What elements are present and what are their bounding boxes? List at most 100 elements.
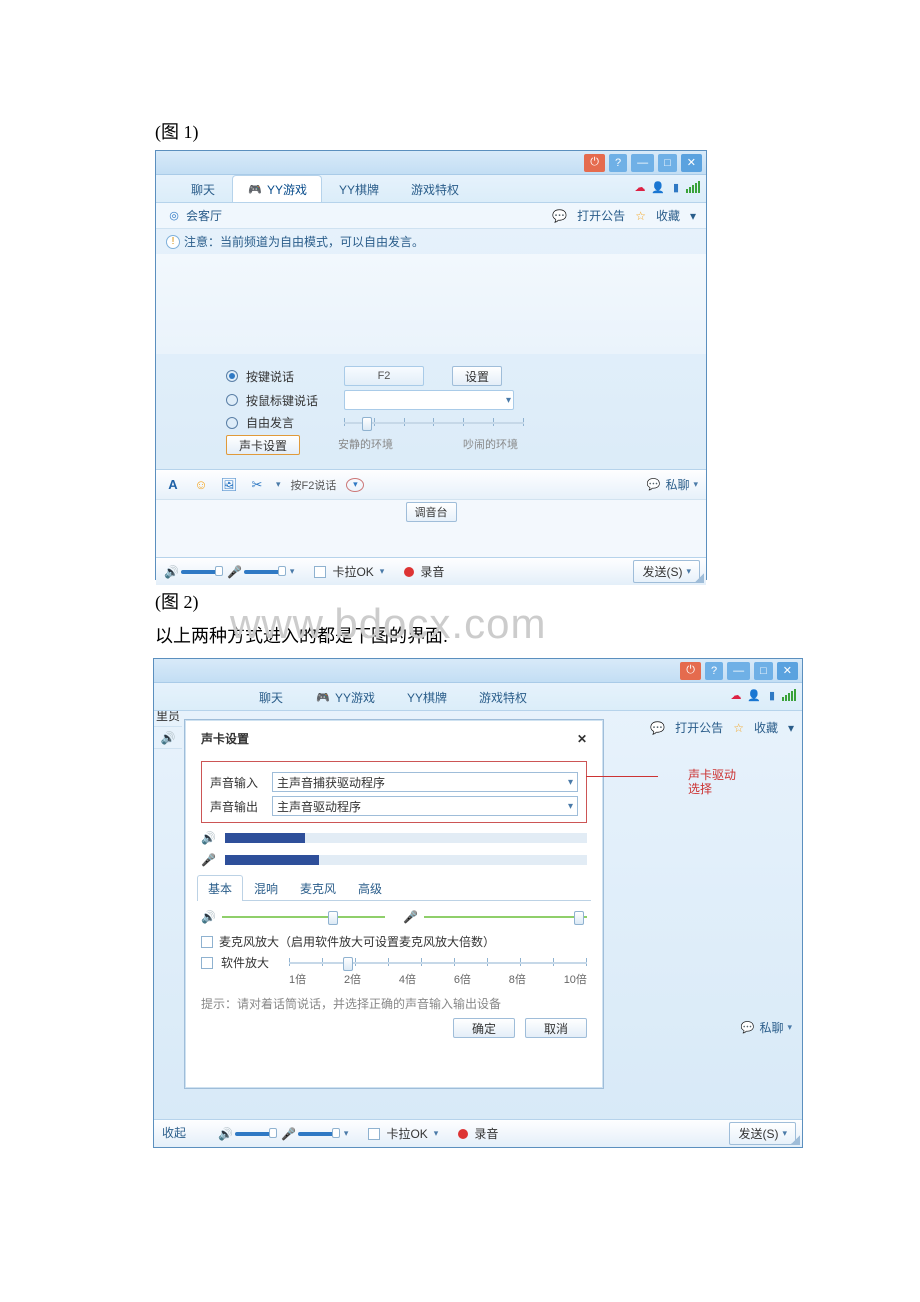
settings-button[interactable]: 设置 (452, 366, 502, 386)
radio-press-key[interactable] (226, 370, 238, 382)
filter-icon[interactable]: ▮ (668, 179, 684, 195)
image-icon[interactable]: 🖼 (220, 476, 238, 494)
env-quiet-label: 安静的环境 (338, 436, 393, 452)
emoji-icon[interactable]: ☺ (192, 476, 210, 494)
tab-chat[interactable]: 聊天 (176, 175, 230, 202)
filter-icon[interactable]: ▮ (764, 687, 780, 703)
resize-grip-icon[interactable] (790, 1135, 800, 1145)
env-slider[interactable] (344, 415, 524, 431)
subtab-adv[interactable]: 高级 (347, 875, 393, 901)
user-icon[interactable]: 👤 (746, 687, 762, 703)
private-chat[interactable]: 💬 私聊 ▾ (739, 1019, 792, 1036)
bottom-bar: 🔊 🎤 ▾ 卡拉OK ▾ 录音 发送(S) ▾ (156, 557, 706, 585)
subtab-basic[interactable]: 基本 (197, 875, 243, 901)
mic-slider[interactable] (424, 909, 587, 925)
speaker-volume[interactable]: 🔊 (218, 1127, 275, 1141)
karaoke-caret-icon[interactable]: ▾ (434, 1128, 439, 1139)
power-button[interactable]: ⏻ (584, 154, 605, 172)
help-button[interactable]: ? (609, 154, 627, 172)
speaker-slider[interactable] (222, 909, 385, 925)
dialog-close-button[interactable]: ✕ (577, 732, 587, 746)
mixer-button[interactable]: 调音台 (406, 502, 457, 522)
tab-yygame[interactable]: 🎮 YY游戏 (300, 683, 390, 710)
radio-mouse-key[interactable] (226, 394, 238, 406)
cloud-icon[interactable]: ☁ (728, 687, 744, 703)
audio-in-label: 声音输入 (210, 774, 266, 791)
open-notice-link[interactable]: 打开公告 (577, 207, 625, 224)
tab-chess[interactable]: YY棋牌 (392, 683, 462, 710)
mixer-row: 调音台 (156, 499, 706, 523)
ok-button[interactable]: 确定 (453, 1018, 515, 1038)
resize-grip-icon[interactable] (694, 573, 704, 583)
help-button[interactable]: ? (705, 662, 723, 680)
user-icon[interactable]: 👤 (650, 179, 666, 195)
rate-8x: 8倍 (509, 971, 526, 987)
toolbar-caret-icon[interactable]: ▾ (276, 479, 281, 490)
close-button[interactable]: ✕ (777, 662, 798, 680)
send-caret-icon[interactable]: ▾ (686, 566, 691, 577)
annotation-line (586, 776, 658, 777)
minimize-button[interactable]: — (727, 662, 750, 680)
record-label[interactable]: 录音 (474, 1125, 498, 1142)
fav-caret-icon[interactable]: ▾ (788, 721, 794, 735)
maximize-button[interactable]: □ (658, 154, 677, 172)
input-area[interactable] (156, 523, 706, 557)
send-caret-icon[interactable]: ▾ (782, 1128, 787, 1139)
boost-rate-slider[interactable] (289, 955, 587, 971)
star-icon: ☆ (733, 721, 744, 735)
vol-caret-icon[interactable]: ▾ (290, 566, 295, 577)
cloud-icon[interactable]: ☁ (632, 179, 648, 195)
yy-window-fig1: ⏻ ? — □ ✕ 聊天 🎮 YY游戏 YY棋牌 游戏特权 ☁ 👤 ▮ ◎ 会客… (155, 150, 707, 580)
tab-chat-label: 聊天 (259, 689, 283, 706)
cancel-button[interactable]: 取消 (525, 1018, 587, 1038)
bottom-bar: 收起 🔊 🎤 ▾ 卡拉OK ▾ 录音 发送(S) ▾ (154, 1119, 802, 1147)
collapse-button[interactable]: 收起 (162, 1124, 186, 1141)
rate-1x: 1倍 (289, 971, 306, 987)
power-button[interactable]: ⏻ (680, 662, 701, 680)
sound-card-button[interactable]: 声卡设置 (226, 435, 300, 455)
open-notice-link[interactable]: 打开公告 (675, 719, 723, 736)
hotkey-display[interactable]: F2 (344, 366, 424, 386)
mic-volume[interactable]: 🎤 (281, 1127, 338, 1141)
speaker-volume[interactable]: 🔊 (164, 565, 221, 579)
record-label[interactable]: 录音 (420, 563, 444, 580)
notice-icon: ! (166, 235, 180, 249)
tab-chess[interactable]: YY棋牌 (324, 175, 394, 202)
mic-volume[interactable]: 🎤 (227, 565, 284, 579)
favorite-link[interactable]: 收藏 (656, 207, 680, 224)
favorite-link[interactable]: 收藏 (754, 719, 778, 736)
send-button[interactable]: 发送(S) ▾ (633, 560, 700, 583)
radio-free-speak[interactable] (226, 417, 238, 429)
karaoke-caret-icon[interactable]: ▾ (380, 566, 385, 577)
private-chat[interactable]: 💬 私聊 ▾ (645, 476, 698, 493)
stub-speaker-icon[interactable]: 🔊 (154, 727, 182, 749)
main-tabs: 聊天 🎮 YY游戏 YY棋牌 游戏特权 ☁ 👤 ▮ (156, 175, 706, 203)
screenshot-icon[interactable]: ✂ (248, 476, 266, 494)
close-button[interactable]: ✕ (681, 154, 702, 172)
subtab-reverb[interactable]: 混响 (243, 875, 289, 901)
tab-chat[interactable]: 聊天 (244, 683, 298, 710)
karaoke-label: 卡拉OK (332, 563, 373, 580)
lobby-label[interactable]: 会客厅 (186, 207, 222, 224)
karaoke-checkbox[interactable] (314, 566, 326, 578)
tab-priv[interactable]: 游戏特权 (464, 683, 542, 710)
font-icon[interactable]: A (164, 476, 182, 494)
talk-key-dropdown[interactable]: ▾ (346, 478, 364, 492)
fav-caret-icon[interactable]: ▾ (690, 209, 696, 223)
audio-out-select[interactable]: 主声音驱动程序 ▾ (272, 796, 578, 816)
minimize-button[interactable]: — (631, 154, 654, 172)
karaoke-checkbox[interactable] (368, 1128, 380, 1140)
subtab-mic[interactable]: 麦克风 (289, 875, 347, 901)
mic-icon: 🎤 (403, 910, 418, 924)
mouse-key-dropdown[interactable]: ▾ (344, 390, 514, 410)
audio-in-select[interactable]: 主声音捕获驱动程序 ▾ (272, 772, 578, 792)
maximize-button[interactable]: □ (754, 662, 773, 680)
vol-caret-icon[interactable]: ▾ (344, 1128, 349, 1139)
soft-boost-checkbox[interactable] (201, 957, 213, 969)
tab-yygame[interactable]: 🎮 YY游戏 (232, 175, 322, 202)
send-button[interactable]: 发送(S) ▾ (729, 1122, 796, 1145)
env-noisy-label: 吵闹的环境 (463, 436, 518, 452)
tab-priv[interactable]: 游戏特权 (396, 175, 474, 202)
mic-boost-checkbox[interactable] (201, 936, 213, 948)
tab-yygame-label: YY游戏 (335, 689, 375, 706)
